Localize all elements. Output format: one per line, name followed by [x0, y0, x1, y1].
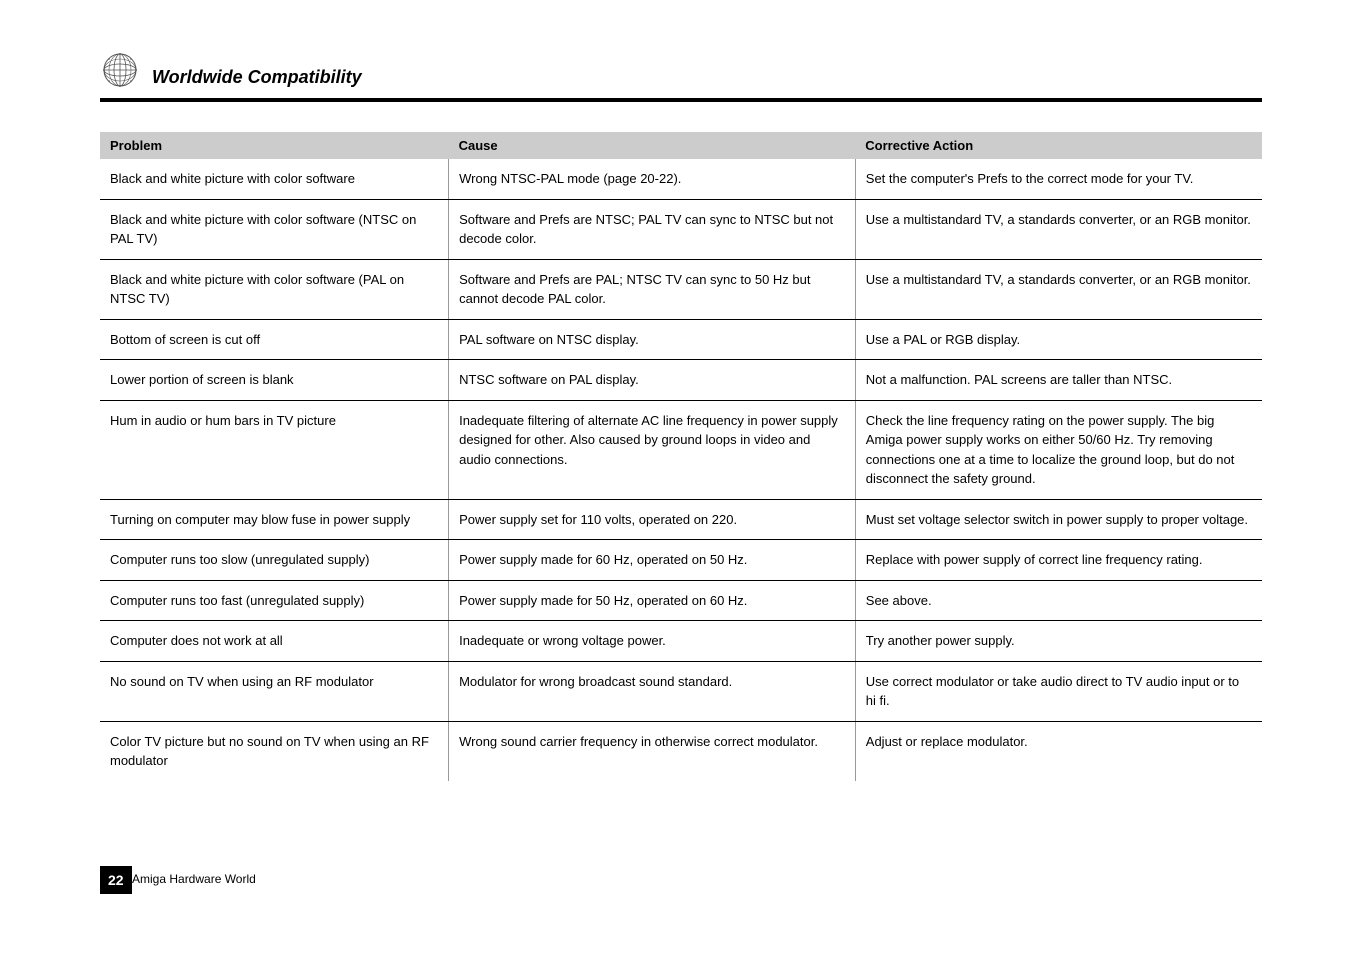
action-cell: Use a multistandard TV, a standards conv…: [855, 259, 1262, 319]
table-row: Computer runs too slow (unregulated supp…: [100, 540, 1262, 581]
problem-cell: Computer runs too fast (unregulated supp…: [100, 580, 449, 621]
cause-cell: Wrong sound carrier frequency in otherwi…: [449, 721, 856, 781]
cause-cell: Inadequate or wrong voltage power.: [449, 621, 856, 662]
table-row: Computer does not work at all Inadequate…: [100, 621, 1262, 662]
table-row: Bottom of screen is cut off PAL software…: [100, 319, 1262, 360]
footer-label: Amiga Hardware World: [132, 872, 256, 886]
action-cell: Set the computer's Prefs to the correct …: [855, 159, 1262, 199]
problem-cell: Computer does not work at all: [100, 621, 449, 662]
column-header-cause: Cause: [449, 132, 856, 159]
problem-cell: Lower portion of screen is blank: [100, 360, 449, 401]
problem-cell: Bottom of screen is cut off: [100, 319, 449, 360]
table-row: Black and white picture with color softw…: [100, 259, 1262, 319]
cause-cell: Modulator for wrong broadcast sound stan…: [449, 661, 856, 721]
page-header: Worldwide Compatibility: [100, 50, 1262, 102]
problem-cell: Computer runs too slow (unregulated supp…: [100, 540, 449, 581]
troubleshooting-table: Problem Cause Corrective Action Black an…: [100, 132, 1262, 781]
action-cell: Not a malfunction. PAL screens are talle…: [855, 360, 1262, 401]
action-cell: Use a multistandard TV, a standards conv…: [855, 199, 1262, 259]
table-row: Color TV picture but no sound on TV when…: [100, 721, 1262, 781]
cause-cell: Wrong NTSC-PAL mode (page 20-22).: [449, 159, 856, 199]
action-cell: Check the line frequency rating on the p…: [855, 400, 1262, 499]
action-cell: Must set voltage selector switch in powe…: [855, 499, 1262, 540]
action-cell: Use correct modulator or take audio dire…: [855, 661, 1262, 721]
table-row: Turning on computer may blow fuse in pow…: [100, 499, 1262, 540]
problem-cell: Black and white picture with color softw…: [100, 259, 449, 319]
cause-cell: Inadequate filtering of alternate AC lin…: [449, 400, 856, 499]
header-title: Worldwide Compatibility: [152, 67, 362, 90]
action-cell: Try another power supply.: [855, 621, 1262, 662]
action-cell: Adjust or replace modulator.: [855, 721, 1262, 781]
cause-cell: Power supply made for 50 Hz, operated on…: [449, 580, 856, 621]
problem-cell: Hum in audio or hum bars in TV picture: [100, 400, 449, 499]
table-row: Lower portion of screen is blank NTSC so…: [100, 360, 1262, 401]
cause-cell: Software and Prefs are NTSC; PAL TV can …: [449, 199, 856, 259]
cause-cell: NTSC software on PAL display.: [449, 360, 856, 401]
problem-cell: No sound on TV when using an RF modulato…: [100, 661, 449, 721]
page-number: 22: [100, 866, 132, 894]
column-header-action: Corrective Action: [855, 132, 1262, 159]
cause-cell: Power supply made for 60 Hz, operated on…: [449, 540, 856, 581]
action-cell: Use a PAL or RGB display.: [855, 319, 1262, 360]
action-cell: See above.: [855, 580, 1262, 621]
cause-cell: Software and Prefs are PAL; NTSC TV can …: [449, 259, 856, 319]
cause-cell: Power supply set for 110 volts, operated…: [449, 499, 856, 540]
table-row: Black and white picture with color softw…: [100, 159, 1262, 199]
problem-cell: Turning on computer may blow fuse in pow…: [100, 499, 449, 540]
problem-cell: Black and white picture with color softw…: [100, 159, 449, 199]
globe-icon: [100, 50, 140, 90]
problem-cell: Color TV picture but no sound on TV when…: [100, 721, 449, 781]
action-cell: Replace with power supply of correct lin…: [855, 540, 1262, 581]
problem-cell: Black and white picture with color softw…: [100, 199, 449, 259]
table-row: No sound on TV when using an RF modulato…: [100, 661, 1262, 721]
table-row: Computer runs too fast (unregulated supp…: [100, 580, 1262, 621]
column-header-problem: Problem: [100, 132, 449, 159]
table-row: Hum in audio or hum bars in TV picture I…: [100, 400, 1262, 499]
table-row: Black and white picture with color softw…: [100, 199, 1262, 259]
cause-cell: PAL software on NTSC display.: [449, 319, 856, 360]
